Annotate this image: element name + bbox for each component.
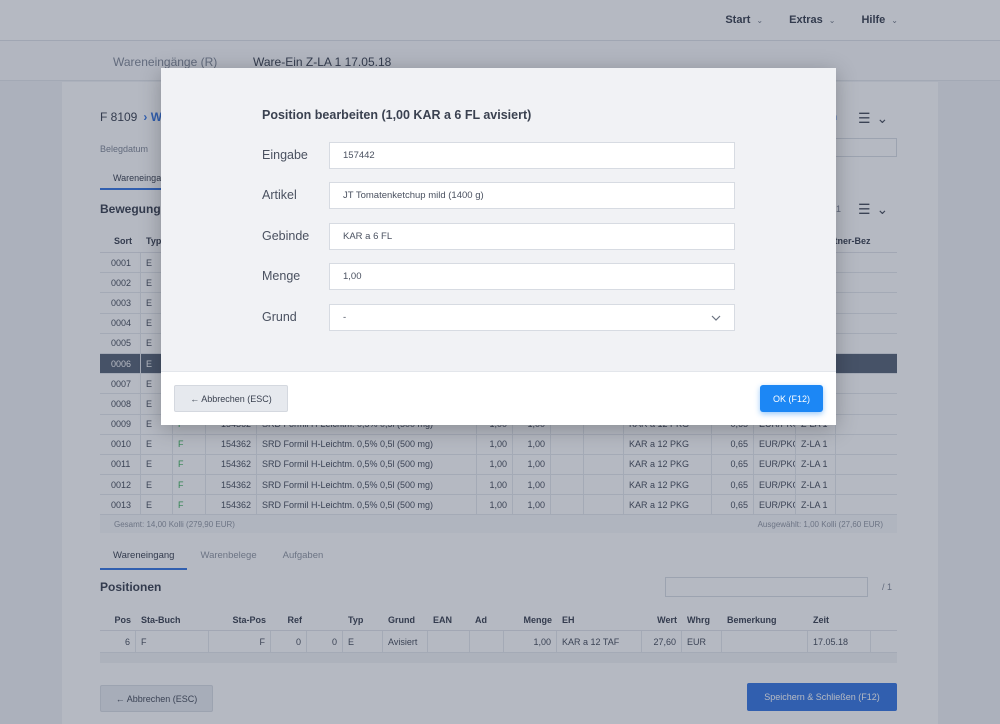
field-gebinde: Gebinde KAR a 6 FL [262,223,735,250]
menge-value: 1,00 [343,271,362,282]
field-artikel: Artikel JT Tomatenketchup mild (1400 g) [262,182,735,209]
edit-position-dialog: Position bearbeiten (1,00 KAR a 6 FL avi… [161,68,836,425]
dialog-title: Position bearbeiten (1,00 KAR a 6 FL avi… [262,108,532,122]
dialog-footer: ← Abbrechen (ESC) OK (F12) [161,371,836,425]
gebinde-input[interactable]: KAR a 6 FL [329,223,735,250]
ok-button[interactable]: OK (F12) [760,385,823,412]
grund-value: - [343,312,347,323]
field-grund: Grund - [262,304,735,331]
cancel-button[interactable]: ← Abbrechen (ESC) [174,385,288,412]
artikel-label: Artikel [262,188,297,202]
field-menge: Menge 1,00 [262,263,735,290]
field-eingabe: Eingabe 157442 [262,142,735,169]
eingabe-label: Eingabe [262,148,308,162]
menge-label: Menge [262,269,301,283]
artikel-input[interactable]: JT Tomatenketchup mild (1400 g) [329,182,735,209]
gebinde-value: KAR a 6 FL [343,231,393,242]
eingabe-input[interactable]: 157442 [329,142,735,169]
grund-select[interactable]: - [329,304,735,331]
grund-label: Grund [262,310,297,324]
gebinde-label: Gebinde [262,229,310,243]
artikel-value: JT Tomatenketchup mild (1400 g) [343,190,484,201]
eingabe-value: 157442 [343,150,375,161]
chevron-down-icon [711,315,721,321]
menge-input[interactable]: 1,00 [329,263,735,290]
